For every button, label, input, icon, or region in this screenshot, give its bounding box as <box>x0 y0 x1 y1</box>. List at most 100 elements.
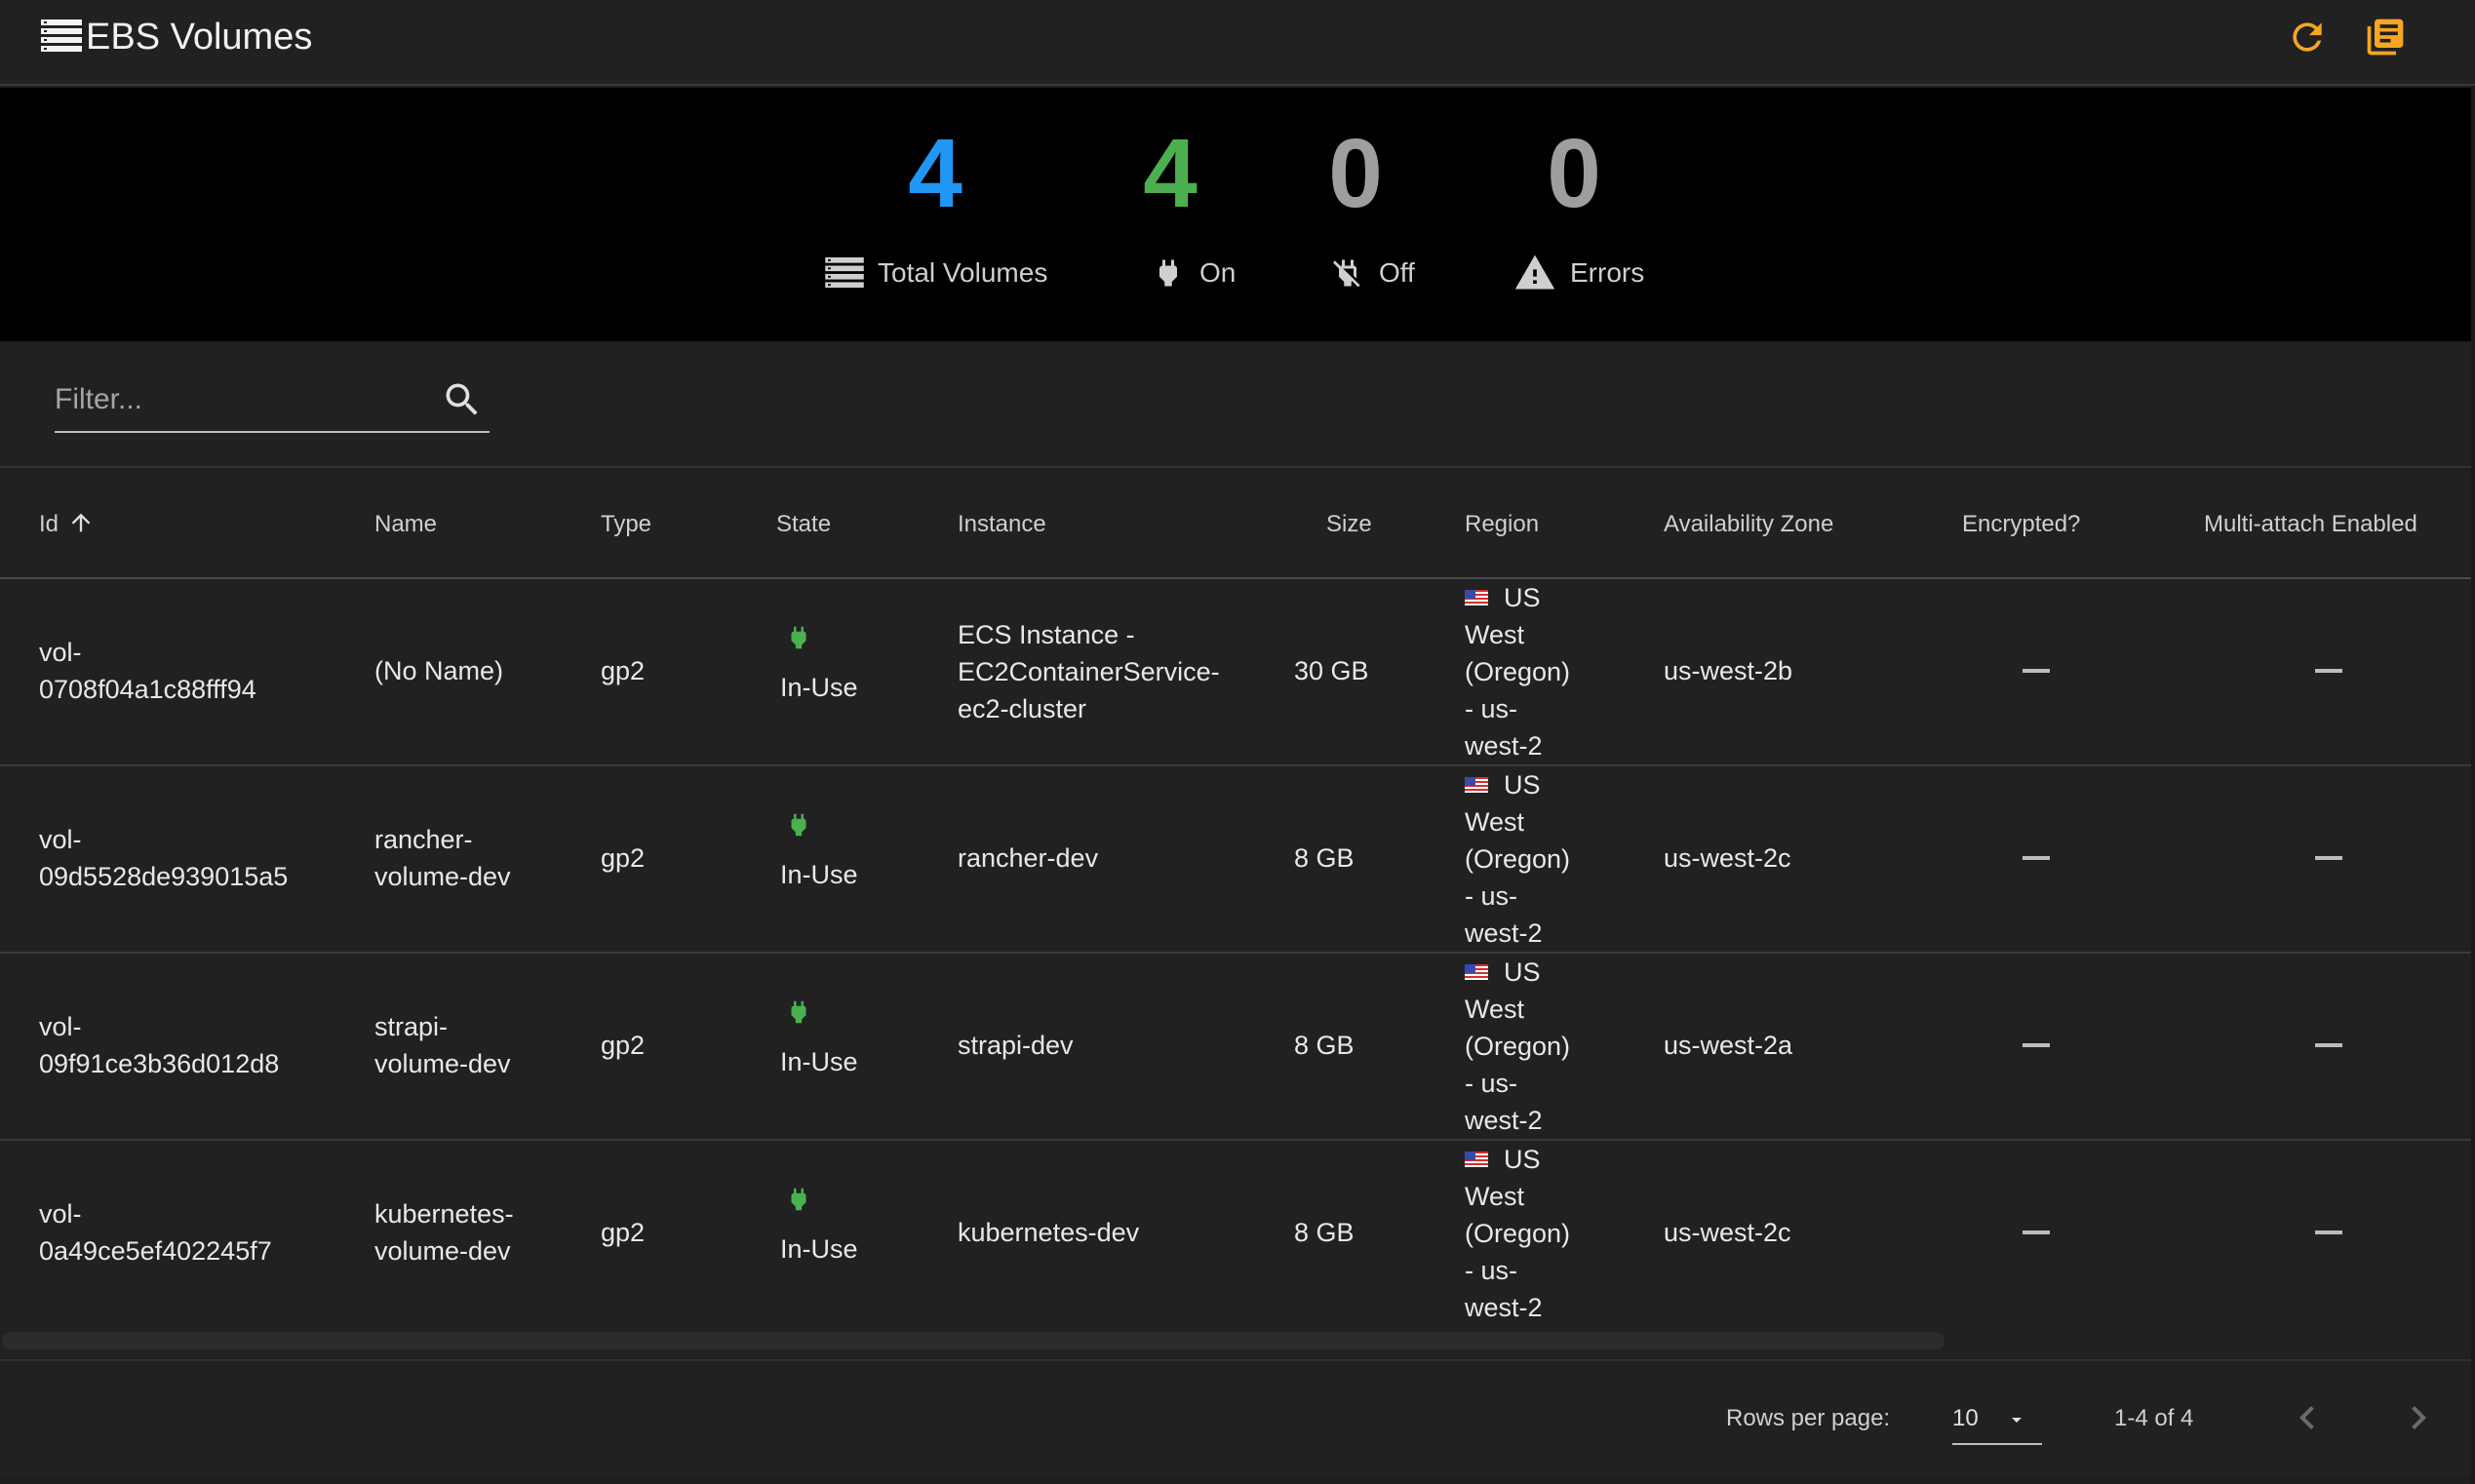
cell-availability-zone: us-west-2b <box>1664 656 1793 685</box>
column-header-id[interactable]: Id <box>39 505 95 544</box>
scroll-edge <box>2471 86 2475 1484</box>
cell-multi-attach-dash <box>2315 669 2342 673</box>
warning-icon <box>1514 254 1555 290</box>
cell-instance: ECS Instance - EC2ContainerService-ec2-cl… <box>958 620 1220 723</box>
cell-name: rancher-volume-dev <box>374 825 511 891</box>
cell-type: gp2 <box>601 656 646 685</box>
power-plug-icon <box>791 1188 806 1211</box>
column-header-instance[interactable]: Instance <box>958 505 1046 544</box>
column-label: Id <box>39 511 59 537</box>
cell-multi-attach-dash <box>2315 1230 2342 1234</box>
column-header-encrypted[interactable]: Encrypted? <box>1962 505 2080 544</box>
rows-per-page-value: 10 <box>1952 1405 1979 1431</box>
cell-type: gp2 <box>601 1031 646 1060</box>
cell-size: 30 GB <box>1294 656 1369 685</box>
us-flag-icon <box>1465 1151 1488 1167</box>
cell-availability-zone: us-west-2c <box>1664 843 1791 873</box>
column-header-state[interactable]: State <box>776 505 831 544</box>
power-plug-icon <box>791 626 806 649</box>
stat-label: Total Volumes <box>825 252 1047 294</box>
cell-instance: rancher-dev <box>958 843 1099 873</box>
stat-value: 4 <box>1143 119 1198 228</box>
stat-label: Off <box>1330 252 1415 294</box>
cell-id: vol- 0a49ce5ef402245f7 <box>39 1199 272 1266</box>
cell-encrypted-dash <box>2023 669 2050 673</box>
app-header: EBS Volumes <box>0 0 2475 86</box>
rows-per-page-label: Rows per page: <box>1726 1405 1891 1431</box>
column-header-type[interactable]: Type <box>601 505 651 544</box>
stat-label: On <box>1151 252 1236 294</box>
list-storage-icon <box>41 20 82 52</box>
volumes-table: Id Name Type State Instance Size Region … <box>0 470 2471 1328</box>
stat-value: 4 <box>908 119 962 228</box>
stat-label-text: On <box>1199 257 1237 288</box>
cell-multi-attach-dash <box>2315 856 2342 860</box>
library-books-icon <box>2367 19 2404 56</box>
us-flag-icon <box>1465 589 1488 605</box>
stat-value: 0 <box>1328 119 1383 228</box>
column-header-size[interactable]: Size <box>1326 505 1372 544</box>
column-header-availability-zone[interactable]: Availability Zone <box>1664 505 1833 544</box>
cell-state: In-Use <box>780 618 897 706</box>
scrollbar-thumb[interactable] <box>2 1332 1945 1349</box>
power-plug-off-icon <box>1333 259 1360 288</box>
next-page-button[interactable] <box>2395 1394 2442 1441</box>
cell-availability-zone: us-west-2a <box>1664 1031 1793 1060</box>
arrow-up-icon <box>71 513 91 532</box>
cell-instance: strapi-dev <box>958 1031 1074 1060</box>
stat-off: 0 Off <box>1328 88 1428 341</box>
stat-errors: 0 Errors <box>1513 88 1650 341</box>
cell-name: strapi-volume-dev <box>374 1012 511 1078</box>
cell-name: kubernetes-volume-dev <box>374 1199 514 1266</box>
us-flag-icon <box>1465 776 1488 793</box>
filter-bar <box>0 343 2471 468</box>
chevron-right-icon <box>2412 1406 2426 1429</box>
stat-total-volumes: 4 Total Volumes <box>825 88 1053 341</box>
column-header-region[interactable]: Region <box>1465 505 1539 544</box>
cell-instance: kubernetes-dev <box>958 1218 1140 1247</box>
cell-id: vol- 0708f04a1c88fff94 <box>39 638 256 704</box>
table-row[interactable]: vol- 0a49ce5ef402245f7 kubernetes-volume-… <box>0 1141 2471 1328</box>
refresh-icon <box>2293 22 2322 52</box>
cell-region: US West (Oregon) - us-west-2 <box>1465 1145 1571 1322</box>
page-title: EBS Volumes <box>86 17 313 58</box>
cell-state: In-Use <box>780 993 897 1080</box>
stat-label: Errors <box>1513 252 1644 294</box>
cell-type: gp2 <box>601 843 646 873</box>
cell-region: US West (Oregon) - us-west-2 <box>1465 957 1571 1135</box>
cell-type: gp2 <box>601 1218 646 1247</box>
column-header-name[interactable]: Name <box>374 505 437 544</box>
stat-label-text: Errors <box>1570 257 1645 288</box>
table-row[interactable]: vol- 0708f04a1c88fff94 (No Name) gp2 In-U… <box>0 579 2471 766</box>
cell-multi-attach-dash <box>2315 1043 2342 1047</box>
table-row[interactable]: vol- 09f91ce3b36d012d8 strapi-volume-dev … <box>0 954 2471 1141</box>
search-icon[interactable] <box>441 378 484 421</box>
cell-region: US West (Oregon) - us-west-2 <box>1465 583 1571 761</box>
table-row[interactable]: vol- 09d5528de939015a5 rancher-volume-dev… <box>0 766 2471 954</box>
power-plug-icon <box>791 813 806 837</box>
rows-per-page-select[interactable]: 10 <box>1952 1392 2042 1445</box>
cell-id: vol- 09f91ce3b36d012d8 <box>39 1012 280 1078</box>
cell-availability-zone: us-west-2c <box>1664 1218 1791 1247</box>
chevron-left-icon <box>2299 1406 2314 1429</box>
previous-page-button[interactable] <box>2284 1394 2331 1441</box>
cell-encrypted-dash <box>2023 1043 2050 1047</box>
cell-id: vol- 09d5528de939015a5 <box>39 825 289 891</box>
documentation-button[interactable] <box>2364 16 2407 59</box>
cell-encrypted-dash <box>2023 1230 2050 1234</box>
cell-region: US West (Oregon) - us-west-2 <box>1465 770 1571 948</box>
power-plug-icon <box>1159 259 1177 287</box>
column-header-multi-attach[interactable]: Multi-attach Enabled <box>2204 505 2417 544</box>
cell-size: 8 GB <box>1294 843 1355 873</box>
storage-icon <box>825 257 864 289</box>
cell-name: (No Name) <box>374 656 504 685</box>
cell-size: 8 GB <box>1294 1218 1355 1247</box>
horizontal-scrollbar[interactable] <box>0 1328 2471 1357</box>
refresh-button[interactable] <box>2286 16 2329 59</box>
table-header: Id Name Type State Instance Size Region … <box>0 470 2471 579</box>
cell-state: In-Use <box>780 805 897 893</box>
filter-input[interactable] <box>55 371 425 429</box>
table-pagination: Rows per page: 10 1-4 of 4 <box>0 1359 2471 1476</box>
pagination-range: 1-4 of 4 <box>2114 1405 2194 1431</box>
caret-down-icon <box>2012 1418 2022 1423</box>
